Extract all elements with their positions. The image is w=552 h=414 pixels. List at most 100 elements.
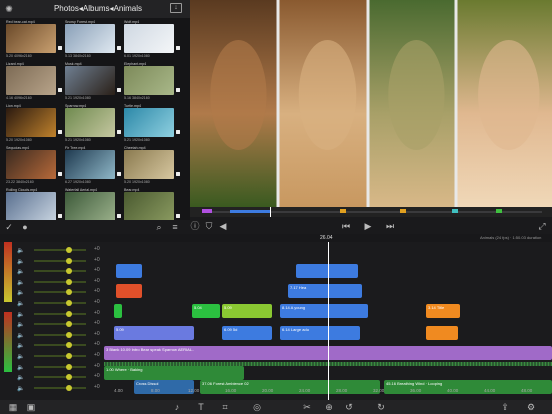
timeline-clip[interactable] [426, 326, 458, 340]
timeline-clip[interactable]: 5.04 [192, 304, 220, 318]
list-icon[interactable]: ≡ [170, 222, 180, 232]
volume-slider[interactable] [34, 344, 86, 347]
volume-knob[interactable] [66, 384, 72, 391]
timeline-clip[interactable]: 7.17 Hea [288, 284, 362, 298]
speaker-icon[interactable]: 🔈 [16, 320, 26, 330]
speaker-icon[interactable]: 🔈 [16, 246, 26, 256]
select-checkbox[interactable] [176, 214, 180, 218]
clip-thumbnail[interactable] [65, 192, 115, 220]
clip-thumbnail[interactable] [65, 108, 115, 137]
select-checkbox[interactable] [117, 172, 121, 176]
speaker-icon[interactable]: 🔈 [16, 331, 26, 341]
volume-slider[interactable] [34, 386, 86, 389]
timeline-clip[interactable] [296, 264, 358, 278]
speaker-icon[interactable]: 🔈 [16, 310, 26, 320]
timeline-clip[interactable]: 8.14 A young [280, 304, 368, 318]
volume-slider[interactable] [34, 312, 86, 315]
timeline-clip[interactable] [116, 264, 142, 278]
timeline-clip[interactable] [116, 284, 142, 298]
plus-icon[interactable]: ⊕ [322, 402, 336, 412]
settings-icon[interactable]: ⚙ [524, 402, 538, 412]
timeline-clip[interactable]: 6.09 5d [222, 326, 272, 340]
select-checkbox[interactable] [117, 214, 121, 218]
select-checkbox[interactable] [117, 46, 121, 50]
settings-icon[interactable]: ✺ [4, 4, 14, 14]
select-checkbox[interactable] [176, 88, 180, 92]
clip-thumbnail[interactable] [124, 24, 174, 53]
clip-thumbnail[interactable] [124, 66, 174, 95]
select-checkbox[interactable] [58, 46, 62, 50]
volume-slider[interactable] [34, 249, 86, 251]
skip-back-icon[interactable]: ⏮ [340, 221, 352, 231]
grid-icon[interactable]: ▦ [6, 402, 20, 412]
volume-slider[interactable] [34, 355, 86, 357]
checkmark-icon[interactable]: ✓ [4, 222, 14, 232]
camera-icon[interactable]: ◎ [250, 402, 264, 412]
select-checkbox[interactable] [58, 214, 62, 218]
volume-knob[interactable] [66, 278, 72, 285]
speaker-icon[interactable]: 🔈 [16, 341, 26, 351]
clip-thumbnail[interactable] [6, 108, 56, 137]
select-checkbox[interactable] [58, 172, 62, 176]
volume-slider[interactable] [34, 302, 86, 304]
timeline-clip[interactable]: 1.00 Where · Baking [104, 366, 244, 380]
clip-thumbnail[interactable] [65, 150, 115, 179]
music-icon[interactable]: ♪ [170, 402, 184, 412]
volume-slider[interactable] [34, 259, 86, 262]
volume-slider[interactable] [34, 365, 86, 368]
timeline-clip[interactable]: 3.14 Title [426, 304, 460, 318]
volume-knob[interactable] [66, 342, 72, 349]
video-viewer[interactable] [190, 0, 552, 207]
viewer-scrubber[interactable] [190, 207, 552, 217]
speaker-icon[interactable]: 🔈 [16, 373, 26, 383]
select-checkbox[interactable] [58, 88, 62, 92]
crop-icon[interactable]: ⌗ [218, 402, 232, 412]
search-icon[interactable]: ⌕ [154, 222, 164, 232]
speaker-icon[interactable]: 🔈 [16, 288, 26, 298]
volume-slider[interactable] [34, 333, 86, 336]
audio-icon[interactable]: ◀ [218, 221, 228, 231]
undo-icon[interactable]: ↺ [342, 402, 356, 412]
browser-path[interactable]: Photos◂Albums◂Animals [38, 4, 158, 13]
speaker-icon[interactable]: 🔈 [16, 299, 26, 309]
volume-knob[interactable] [66, 321, 72, 328]
play-icon[interactable]: ▶ [362, 221, 374, 231]
info-icon[interactable]: ⓘ [190, 221, 200, 231]
volume-slider[interactable] [34, 376, 86, 379]
timeline[interactable]: 26.04 Animals (24 fps) · 1:50.03 duratio… [0, 234, 552, 400]
timeline-clip[interactable]: 6.14 Large adu [280, 326, 360, 340]
volume-slider[interactable] [34, 280, 86, 283]
speaker-icon[interactable]: 🔈 [16, 384, 26, 394]
shield-icon[interactable]: ⛉ [204, 221, 214, 231]
volume-knob[interactable] [66, 247, 72, 253]
volume-knob[interactable] [66, 268, 72, 275]
volume-knob[interactable] [66, 363, 72, 370]
fullscreen-icon[interactable]: ⤢ [536, 221, 548, 231]
import-icon[interactable]: ↓ [170, 3, 182, 13]
clip-thumbnail[interactable] [6, 150, 56, 179]
timeline-clip[interactable]: 5.09 [114, 326, 194, 340]
select-checkbox[interactable] [176, 130, 180, 134]
speaker-icon[interactable]: 🔈 [16, 352, 26, 362]
clip-thumbnail[interactable] [65, 24, 115, 53]
volume-knob[interactable] [66, 374, 72, 381]
film-icon[interactable]: ▣ [24, 402, 38, 412]
volume-knob[interactable] [66, 310, 72, 317]
select-checkbox[interactable] [176, 172, 180, 176]
clip-thumbnail[interactable] [65, 66, 115, 95]
timeline-clip[interactable]: 5.09 [222, 304, 272, 318]
clip-thumbnail[interactable] [124, 150, 174, 179]
dot-icon[interactable]: ● [20, 222, 30, 232]
volume-knob[interactable] [66, 331, 72, 338]
volume-knob[interactable] [66, 257, 72, 264]
speaker-icon[interactable]: 🔈 [16, 363, 26, 373]
volume-slider[interactable] [34, 270, 86, 273]
volume-knob[interactable] [66, 300, 72, 306]
viewer-playhead[interactable] [270, 207, 271, 217]
volume-slider[interactable] [34, 323, 86, 326]
timeline-clip[interactable] [114, 304, 122, 318]
select-checkbox[interactable] [58, 130, 62, 134]
redo-icon[interactable]: ↻ [374, 402, 388, 412]
clip-thumbnail[interactable] [124, 108, 174, 137]
clip-thumbnail[interactable] [124, 192, 174, 220]
